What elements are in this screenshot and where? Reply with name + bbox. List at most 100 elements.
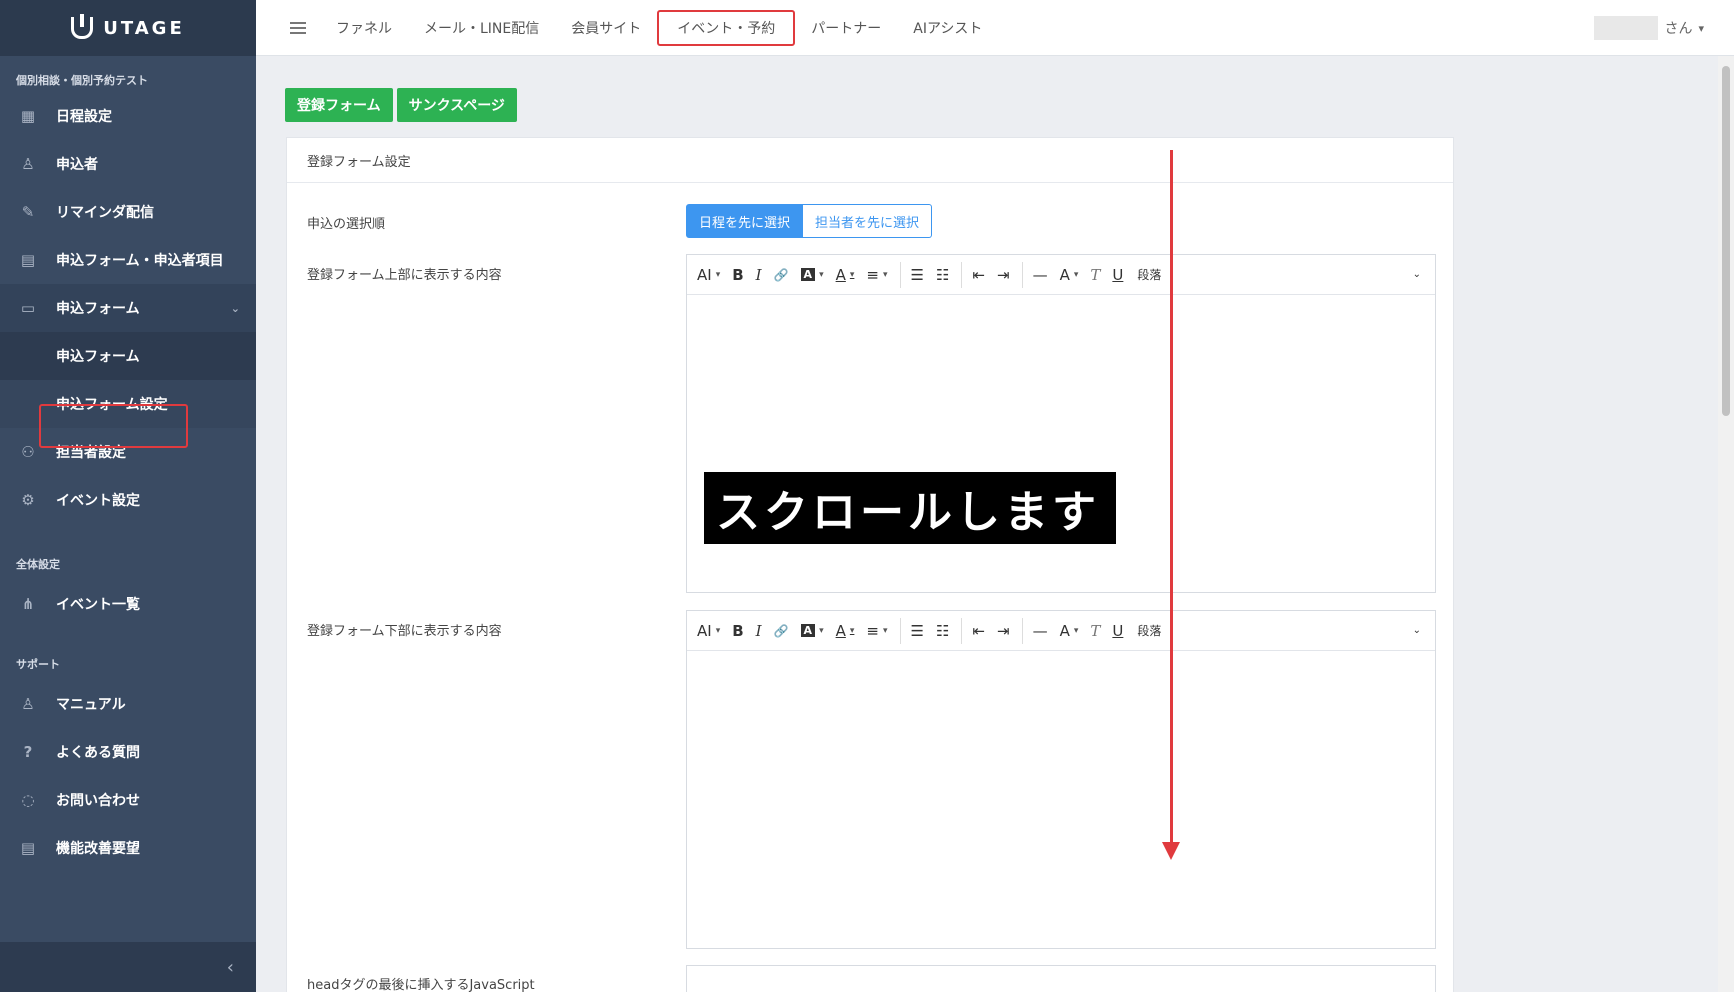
tab-thanks-page[interactable]: サンクスページ	[396, 88, 517, 122]
clear-format-icon[interactable]: T	[1090, 622, 1100, 640]
horizontal-rule-icon[interactable]: —	[1033, 622, 1048, 640]
logo-text: UTAGE	[103, 17, 185, 39]
annotation-highlight-box	[39, 404, 188, 448]
editor-toolbar: AI ▾ B I 🔗 A ▾ A ▾ ≡ ▾ ☰ ☷ ⇤ ⇥ — A ▾ T U 段落 ⌄	[687, 611, 1435, 651]
numbered-list-icon[interactable]: ☷	[936, 266, 949, 284]
scrollbar[interactable]	[1718, 56, 1734, 992]
pencil-icon: ✎	[21, 203, 35, 221]
page-tabs: 登録フォーム サンクスページ	[285, 88, 517, 122]
top-navigation: ファネル メール・LINE配信 会員サイト イベント・予約 パートナー AIアシ…	[256, 0, 1734, 56]
indent-icon[interactable]: ⇥	[997, 266, 1010, 284]
indent-icon[interactable]: ⇥	[997, 622, 1010, 640]
scroll-annotation: スクロールします	[704, 472, 1116, 544]
underline-icon[interactable]: U	[1112, 266, 1123, 284]
align-icon[interactable]: ≡ ▾	[866, 266, 887, 284]
numbered-list-icon[interactable]: ☷	[936, 622, 949, 640]
sidebar-item-schedule[interactable]: ▦ 日程設定	[0, 92, 256, 140]
bold-icon[interactable]: B	[732, 622, 743, 640]
section-label-event: 個別相談・個別予約テスト	[16, 74, 148, 87]
clear-format-icon[interactable]: T	[1090, 266, 1100, 284]
user-menu[interactable]: さん ▾	[1594, 16, 1704, 40]
hamburger-icon[interactable]	[290, 19, 306, 37]
bullet-list-icon[interactable]: ☰	[911, 622, 924, 640]
font-style-icon[interactable]: A ▾	[1060, 266, 1079, 284]
head-js-input[interactable]	[686, 965, 1436, 992]
scroll-arrow-head	[1162, 842, 1180, 860]
sidebar-item-event-settings[interactable]: ⚙ イベント設定	[0, 476, 256, 524]
scrollbar-thumb[interactable]	[1722, 66, 1730, 416]
question-icon: ?	[23, 743, 33, 761]
sidebar-item-application-form[interactable]: ▭ 申込フォーム ⌄	[0, 284, 256, 332]
gear-icon: ⚙	[21, 491, 35, 509]
chevron-down-icon: ⌄	[230, 301, 240, 315]
sidebar-item-manual[interactable]: ♙ マニュアル	[0, 680, 256, 728]
sidebar-item-label: マニュアル	[56, 697, 126, 713]
nav-mail-line[interactable]: メール・LINE配信	[408, 0, 555, 56]
editor-toolbar: AI ▾ B I 🔗 A ▾ A ▾ ≡ ▾ ☰ ☷ ⇤ ⇥ — A ▾ T U 段落 ⌄	[687, 255, 1435, 295]
nav-ai-assist[interactable]: AIアシスト	[897, 0, 998, 56]
sidebar-item-label: 申込フォーム・申込者項目	[56, 253, 224, 269]
sidebar-item-label: リマインダ配信	[56, 205, 154, 221]
outdent-icon[interactable]: ⇤	[972, 266, 985, 284]
font-size-icon[interactable]: AI ▾	[697, 622, 720, 640]
tab-registration-form[interactable]: 登録フォーム	[285, 88, 393, 122]
italic-icon[interactable]: I	[756, 266, 762, 284]
section-label-support: サポート	[16, 658, 60, 671]
highlight-icon[interactable]: A ▾	[800, 268, 824, 281]
font-color-icon[interactable]: A ▾	[836, 622, 855, 640]
nav-member-site[interactable]: 会員サイト	[555, 0, 657, 56]
sidebar-item-contact[interactable]: ◌ お問い合わせ	[0, 776, 256, 824]
sidebar-item-faq[interactable]: ? よくある質問	[0, 728, 256, 776]
paragraph-select[interactable]: 段落	[1137, 266, 1161, 283]
section-label-global: 全体設定	[16, 558, 60, 571]
paragraph-select[interactable]: 段落	[1137, 622, 1161, 639]
chevron-down-icon[interactable]: ⌄	[1413, 625, 1421, 636]
editor-body[interactable]	[687, 651, 1435, 948]
sidebar-item-feature-request[interactable]: ▤ 機能改善要望	[0, 824, 256, 872]
font-style-icon[interactable]: A ▾	[1060, 622, 1079, 640]
bottom-content-label: 登録フォーム下部に表示する内容	[307, 624, 502, 639]
sidebar-collapse[interactable]: ‹	[0, 942, 256, 992]
logo-icon	[71, 14, 94, 39]
link-icon[interactable]: 🔗	[774, 268, 789, 282]
order-staff-first-button[interactable]: 担当者を先に選択	[803, 204, 933, 238]
calendar-icon: ▦	[20, 107, 36, 125]
italic-icon[interactable]: I	[756, 622, 762, 640]
font-size-icon[interactable]: AI ▾	[697, 266, 720, 284]
sidebar-item-event-list[interactable]: ⋔ イベント一覧	[0, 580, 256, 628]
nav-partner[interactable]: パートナー	[795, 0, 897, 56]
user-suffix: さん	[1664, 21, 1693, 37]
editor-body[interactable]	[687, 295, 1435, 592]
chat-icon: ◌	[21, 791, 35, 809]
horizontal-rule-icon[interactable]: —	[1033, 266, 1048, 284]
card-title: 登録フォーム設定	[287, 138, 1453, 183]
table-icon: ▤	[20, 251, 36, 269]
link-icon[interactable]: 🔗	[774, 624, 789, 638]
order-schedule-first-button[interactable]: 日程を先に選択	[686, 204, 804, 238]
underline-icon[interactable]: U	[1112, 622, 1123, 640]
sidebar: UTAGE 個別相談・個別予約テスト ▦ 日程設定 ♙ 申込者 ✎ リマインダ配…	[0, 0, 256, 992]
logo[interactable]: UTAGE	[0, 0, 256, 56]
sidebar-item-reminder[interactable]: ✎ リマインダ配信	[0, 188, 256, 236]
font-color-icon[interactable]: A ▾	[836, 266, 855, 284]
scroll-arrow	[1170, 150, 1173, 850]
sidebar-item-label: イベント一覧	[56, 597, 140, 613]
chevron-down-icon[interactable]: ⌄	[1413, 269, 1421, 280]
head-js-label: headタグの最後に挿入するJavaScript	[307, 978, 535, 992]
align-icon[interactable]: ≡ ▾	[866, 622, 887, 640]
highlight-icon[interactable]: A ▾	[800, 624, 824, 637]
nav-funnel[interactable]: ファネル	[320, 0, 408, 56]
sidebar-subitem-form[interactable]: 申込フォーム	[0, 332, 256, 380]
sidebar-item-form-fields[interactable]: ▤ 申込フォーム・申込者項目	[0, 236, 256, 284]
bottom-content-editor: AI ▾ B I 🔗 A ▾ A ▾ ≡ ▾ ☰ ☷ ⇤ ⇥ — A ▾ T U 段落 ⌄	[686, 610, 1436, 949]
outdent-icon[interactable]: ⇤	[972, 622, 985, 640]
nav-event-booking[interactable]: イベント・予約	[657, 0, 796, 56]
sidebar-item-applicants[interactable]: ♙ 申込者	[0, 140, 256, 188]
sitemap-icon: ⋔	[21, 595, 35, 613]
bold-icon[interactable]: B	[732, 266, 743, 284]
sidebar-item-label: よくある質問	[56, 745, 140, 761]
order-toggle: 日程を先に選択 担当者を先に選択	[686, 204, 933, 238]
sidebar-item-label: お問い合わせ	[56, 793, 140, 809]
bullet-list-icon[interactable]: ☰	[911, 266, 924, 284]
chevron-left-icon: ‹	[226, 956, 234, 978]
